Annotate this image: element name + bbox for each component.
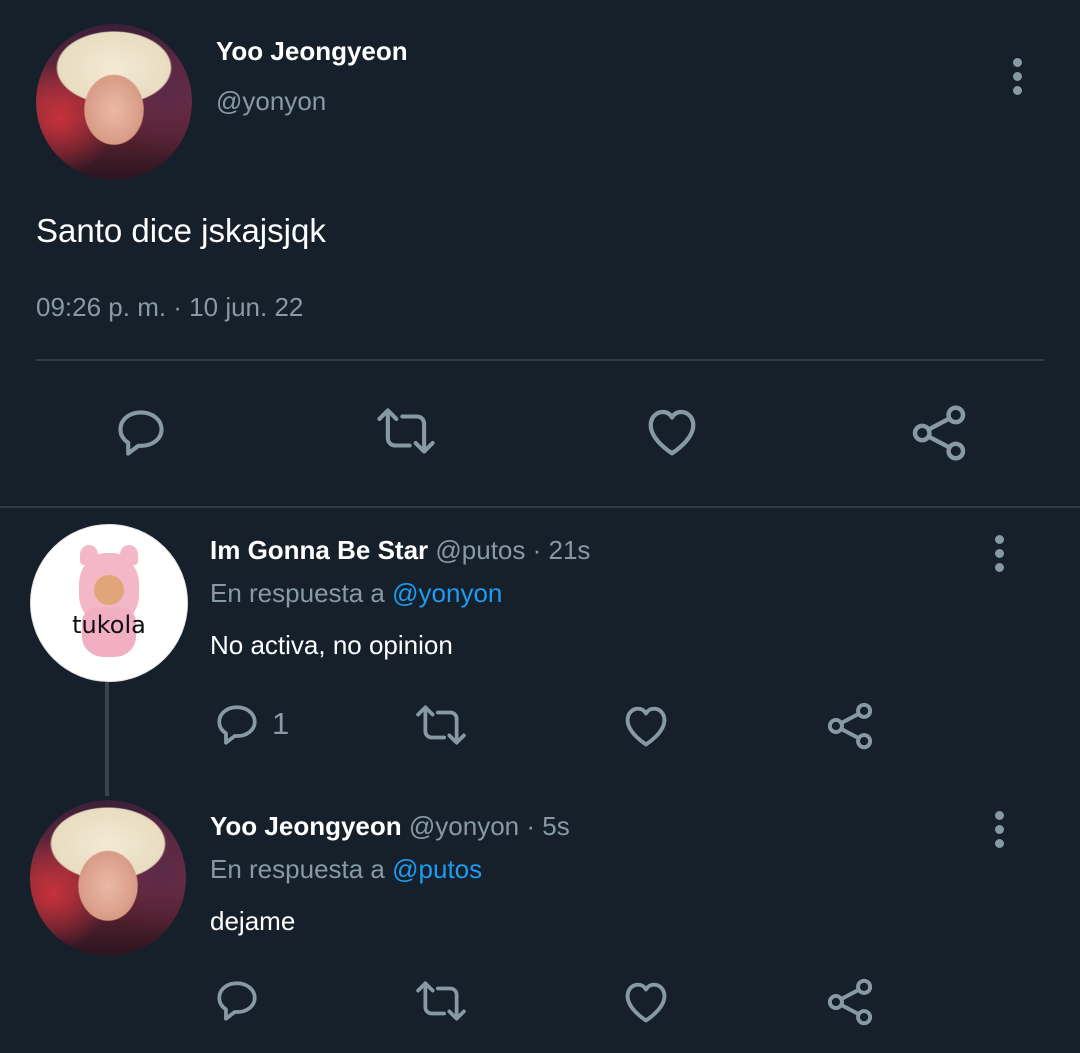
avatar[interactable]: tukola [30, 524, 188, 682]
like-icon[interactable] [620, 976, 672, 1028]
avatar[interactable] [30, 800, 186, 956]
like-icon[interactable] [620, 700, 672, 752]
retweet-icon[interactable] [412, 700, 470, 750]
thread-line [105, 682, 109, 796]
reply-icon[interactable] [112, 404, 170, 462]
reply-icon[interactable] [212, 700, 262, 750]
more-options-icon[interactable] [993, 811, 1005, 853]
more-options-icon[interactable] [993, 535, 1005, 577]
reply-text: No activa, no opinion [210, 630, 453, 660]
replying-to-handle[interactable]: @putos [392, 854, 482, 884]
tweet-text: Santo dice jskajsjqk [36, 212, 326, 249]
retweet-icon[interactable] [373, 402, 439, 460]
author-name[interactable]: Im Gonna Be Star [210, 535, 428, 565]
avatar-caption: tukola [72, 611, 146, 639]
avatar[interactable] [36, 24, 192, 180]
replying-to: En respuesta a @yonyon [210, 578, 502, 609]
divider [36, 359, 1044, 361]
reply-count: 1 [272, 706, 290, 741]
reply-header: Yoo Jeongyeon @yonyon · 5s [210, 811, 570, 842]
reply-time[interactable]: · 5s [526, 811, 569, 841]
more-options-icon[interactable] [1011, 58, 1023, 100]
reply-header: Im Gonna Be Star @putos · 21s [210, 535, 590, 566]
share-icon[interactable] [908, 402, 970, 464]
reply-text: dejame [210, 906, 296, 936]
reply-icon[interactable] [212, 976, 262, 1026]
replying-to-handle[interactable]: @yonyon [392, 578, 502, 608]
author-handle[interactable]: @yonyon [216, 86, 326, 117]
like-icon[interactable] [642, 402, 702, 462]
share-icon[interactable] [824, 700, 876, 752]
author-name[interactable]: Yoo Jeongyeon [216, 36, 408, 67]
doll-image [74, 545, 144, 657]
tweet-timestamp[interactable]: 09:26 p. m. · 10 jun. 22 [36, 292, 303, 323]
replying-to-label: En respuesta a [210, 854, 385, 884]
retweet-icon[interactable] [412, 976, 470, 1026]
author-name[interactable]: Yoo Jeongyeon [210, 811, 402, 841]
author-handle[interactable]: @yonyon [409, 811, 519, 841]
replying-to: En respuesta a @putos [210, 854, 482, 885]
section-divider [0, 506, 1080, 508]
replying-to-label: En respuesta a [210, 578, 385, 608]
author-handle[interactable]: @putos [435, 535, 525, 565]
reply-time[interactable]: · 21s [533, 535, 591, 565]
share-icon[interactable] [824, 976, 876, 1028]
